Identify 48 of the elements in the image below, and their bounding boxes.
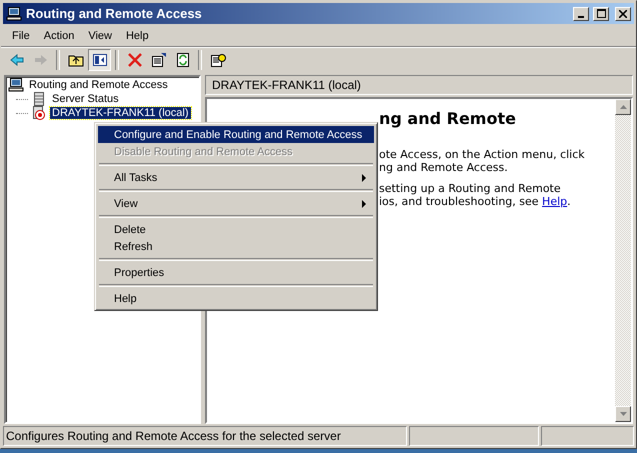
delete-icon (126, 52, 142, 68)
menu-item[interactable]: Properties (98, 264, 374, 281)
help-icon (210, 52, 226, 68)
submenu-arrow-icon (362, 174, 366, 182)
body-text: ng and Remote Access. (379, 161, 509, 174)
help-link[interactable]: Help (542, 195, 568, 208)
menu-bar-item[interactable]: View (81, 28, 119, 44)
pane-toggle-icon (92, 52, 108, 68)
toolbar-button[interactable] (88, 49, 111, 71)
up-arrow-icon (620, 105, 626, 109)
menu-item[interactable]: Delete (98, 221, 374, 238)
computer-icon (8, 77, 24, 93)
minimize-button[interactable] (573, 6, 589, 20)
submenu-arrow-icon (362, 200, 366, 208)
pane-header: DRAYTEK-FRANK11 (local) (205, 75, 633, 95)
tree-item[interactable]: DRAYTEK-FRANK11 (local) (50, 107, 191, 119)
scroll-up-button[interactable] (615, 99, 631, 115)
tree-item[interactable]: Routing and Remote Access (27, 79, 170, 91)
scrollbar[interactable] (615, 99, 631, 422)
menu-item[interactable]: Configure and Enable Routing and Remote Access (98, 126, 374, 143)
down-arrow-icon (620, 412, 626, 416)
close-icon (619, 10, 627, 18)
heading: ng and Remote (379, 109, 517, 128)
properties-icon (150, 52, 166, 68)
menu-item[interactable]: Refresh (98, 238, 374, 255)
status-text: Configures Routing and Remote Access for the selected server (3, 426, 407, 446)
menu-bar-item[interactable]: Help (118, 28, 156, 44)
window-title: Routing and Remote Access (26, 6, 203, 21)
app-icon (6, 6, 22, 22)
back-arrow-icon (8, 52, 24, 68)
menu-bar-item[interactable]: Action (36, 28, 82, 44)
minimize-icon (578, 16, 584, 18)
scroll-down-button[interactable] (615, 406, 631, 422)
server-stopped-icon (31, 105, 47, 121)
server-icon (31, 91, 47, 107)
close-button[interactable] (615, 6, 631, 20)
menu-item[interactable]: View (98, 195, 374, 212)
refresh-icon (174, 52, 190, 68)
menu-item[interactable]: Help (98, 290, 374, 307)
menu-item[interactable]: All Tasks (98, 169, 374, 186)
body-text: ote Access, on the Action menu, click (379, 148, 586, 161)
forward-arrow-icon (32, 52, 48, 68)
body-text: ios, and troubleshooting, see Help. (379, 195, 572, 208)
tree-item[interactable]: Server Status (50, 93, 121, 105)
maximize-button[interactable] (593, 6, 609, 20)
body-text: setting up a Routing and Remote (379, 182, 562, 195)
menu-bar-item[interactable]: File (5, 28, 37, 44)
maximize-icon (596, 9, 606, 18)
